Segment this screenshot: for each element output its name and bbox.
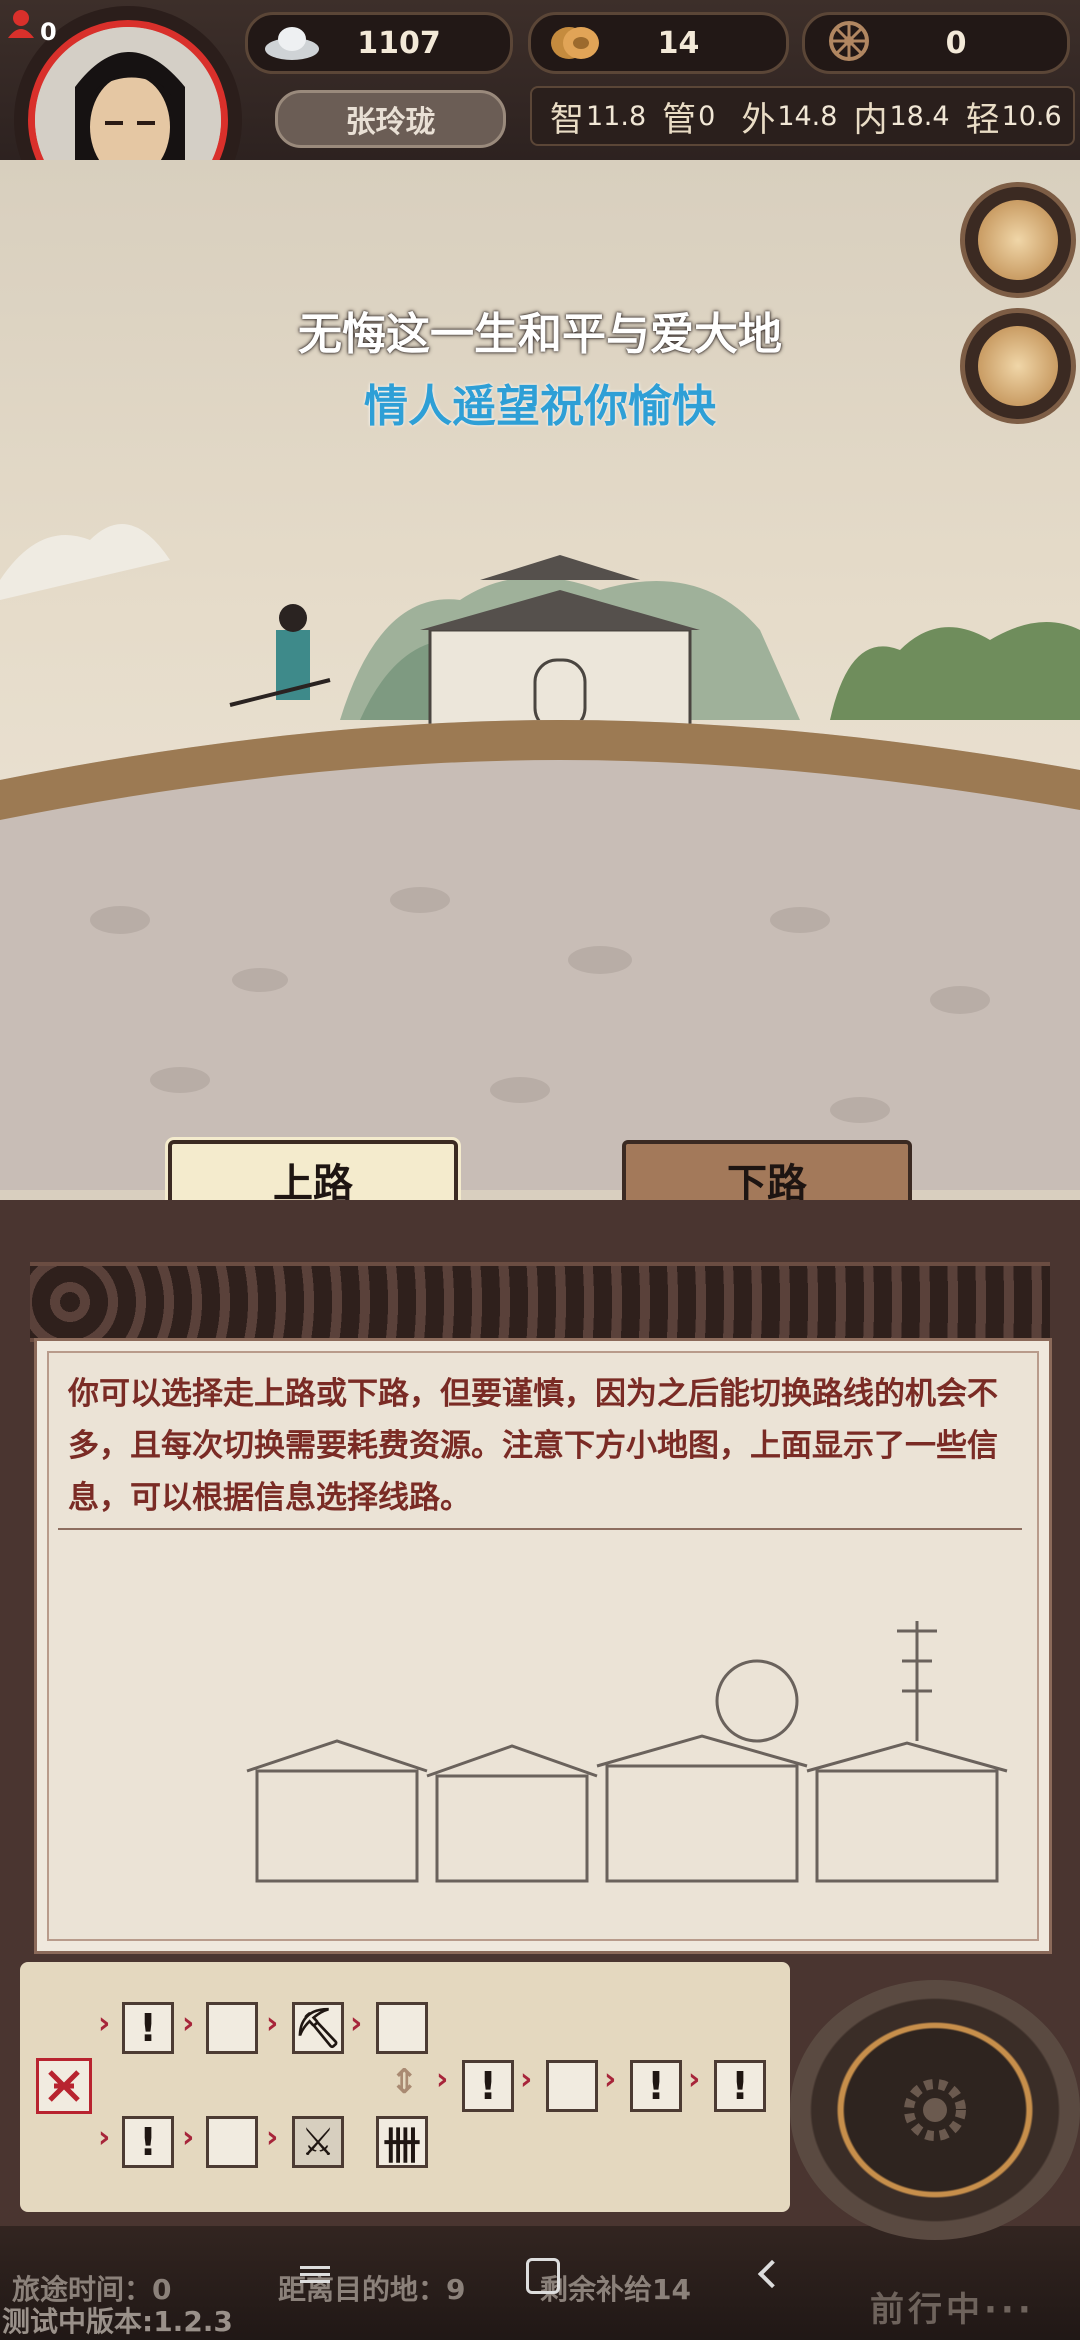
route-minimap[interactable]: ! ⛏ ! ⚔ 卌 ! ! ! › › › › › › › › › › › ⇕ (20, 1962, 790, 2212)
map-node-event: ! (122, 2002, 174, 2054)
stat-agility: 轻 10.6 (965, 99, 1062, 140)
notification-badge[interactable]: 0 (2, 6, 57, 46)
coin-value: 14 (657, 25, 700, 61)
stat-external: 外 14.8 (741, 99, 838, 140)
traveler-figure (229, 604, 331, 707)
poem-line-1: 无悔这一生和平与爱大地 (298, 309, 782, 360)
path-arrow: › (182, 2120, 195, 2155)
cart-wheel-icon (829, 21, 869, 61)
path-arrow: › (688, 2062, 701, 2097)
wheel-counter[interactable]: 0 (802, 12, 1070, 74)
path-arrow: › (436, 2062, 449, 2097)
divider (58, 1528, 1022, 1530)
wheel-value: 0 (945, 25, 967, 61)
menu-nav-icon[interactable] (300, 2262, 330, 2292)
map-node-event: ! (122, 2116, 174, 2168)
decorative-border (30, 1262, 1050, 1342)
stat-internal: 内 18.4 (853, 99, 950, 140)
mount-button[interactable] (960, 182, 1076, 298)
market-street-sketch (246, 1621, 1008, 1883)
horse-head-icon (978, 200, 1058, 280)
route-hint-text: 你可以选择走上路或下路，但要谨慎，因为之后能切换路线的机会不多，且每次切换需要耗… (68, 1376, 998, 1516)
path-arrow: › (266, 2006, 279, 2041)
path-arrow: › (98, 2006, 111, 2041)
map-node-event: ! (462, 2060, 514, 2112)
gear-icon (904, 2079, 966, 2141)
swords-glyph-icon (48, 2070, 80, 2102)
start-node (36, 2058, 92, 2114)
silver-counter[interactable]: 1107 (245, 12, 513, 74)
path-arrow: › (350, 2006, 363, 2041)
map-node-battle: ⚔ (292, 2116, 344, 2168)
map-node-mining: ⛏ (292, 2002, 344, 2054)
map-node-empty (376, 2002, 428, 2054)
version-label: 测试中版本:1.2.3 (2, 2305, 233, 2338)
journey-scene: 无悔这一生和平与爱大地 情人遥望祝你愉快 上路 下路 (0, 160, 1080, 1220)
map-node-event: ! (714, 2060, 766, 2112)
map-node-empty (546, 2060, 598, 2112)
map-node-empty (206, 2116, 258, 2168)
switch-lane-icon[interactable]: ⇕ (390, 2062, 419, 2102)
silver-ingot-icon (265, 27, 319, 60)
map-node-gate: 卌 (376, 2116, 428, 2168)
poem-line-2: 情人遥望祝你愉快 (364, 381, 716, 432)
path-arrow: › (604, 2062, 617, 2097)
remaining-supply: 剩余补给14 (540, 2273, 691, 2306)
advancing-status: 前行中··· (870, 2290, 1035, 2330)
user-alert-icon (8, 10, 34, 38)
home-nav-icon[interactable] (526, 2258, 560, 2294)
copper-coins-icon (551, 27, 599, 59)
path-arrow: › (266, 2120, 279, 2155)
path-arrow: › (520, 2062, 533, 2097)
map-node-empty (206, 2002, 258, 2054)
path-arrow: › (182, 2006, 195, 2041)
silver-value: 1107 (357, 25, 441, 61)
map-node-event: ! (630, 2060, 682, 2112)
player-name[interactable]: 张玲珑 (275, 90, 506, 148)
stat-intelligence: 智 11.8 (550, 99, 647, 140)
advance-dial[interactable] (790, 1980, 1080, 2240)
path-arrow: › (98, 2120, 111, 2155)
coin-counter[interactable]: 14 (528, 12, 789, 74)
attribute-stats: 智 11.8 管0 外 14.8 内 18.4 轻 10.6 (530, 86, 1075, 146)
stat-management: 管0 (662, 99, 716, 140)
badge-count: 0 (40, 18, 57, 46)
